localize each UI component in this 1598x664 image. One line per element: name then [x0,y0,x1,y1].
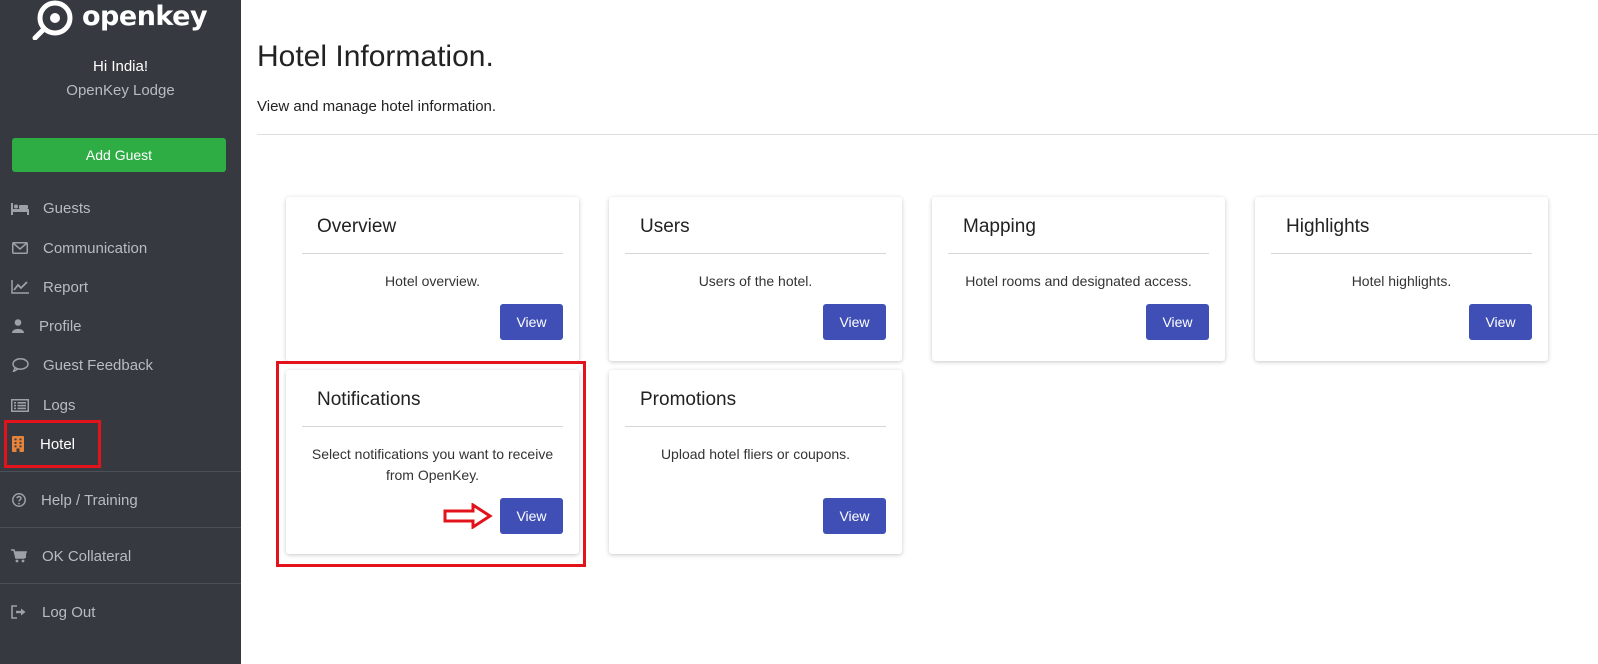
card-description: Hotel rooms and designated access. [965,273,1192,289]
card-mapping: Mapping Hotel rooms and designated acces… [932,197,1225,361]
card-divider [625,426,886,427]
sidebar-item-guests[interactable]: Guests [0,191,241,225]
card-description: Hotel highlights. [1351,273,1452,289]
card-divider [302,426,563,427]
card-title: Highlights [1286,216,1370,237]
users-view-button[interactable]: View [823,304,886,340]
comment-icon [11,356,29,374]
sidebar-item-communication[interactable]: Communication [0,231,241,265]
property-name: OpenKey Lodge [66,82,175,99]
user-icon [12,317,26,335]
card-description: Select notifications you want to receive… [311,446,554,483]
sidebar-item-profile[interactable]: Profile [0,309,241,343]
sidebar-item-label: Hotel [40,435,76,453]
highlights-view-button[interactable]: View [1469,304,1532,340]
sign-out-icon [11,603,27,621]
card-description: Upload hotel fliers or coupons. [660,446,851,462]
key-icon [32,0,73,40]
card-overview: Overview Hotel overview. View [286,197,579,361]
card-users: Users Users of the hotel. View [609,197,902,361]
list-icon [11,396,29,414]
sidebar-item-hotel[interactable]: Hotel [0,427,241,461]
sidebar-item-label: Guests [43,199,91,217]
sidebar-item-label: Log Out [42,603,96,621]
card-divider [1271,253,1532,254]
brand-name: openkey [82,0,208,32]
card-title: Promotions [640,389,737,410]
card-description: Hotel overview. [385,273,480,289]
header-divider [257,134,1598,135]
card-divider [302,253,563,254]
openkey-logo[interactable]: openkey [32,0,208,40]
sidebar: openkey Hi India! OpenKey Lodge Add Gues… [0,0,241,664]
sidebar-item-label: Communication [43,239,148,257]
sidebar-item-help-training[interactable]: Help / Training [0,483,241,517]
promotions-view-button[interactable]: View [823,498,886,534]
cart-icon [11,547,27,565]
sidebar-item-label: Report [43,278,89,296]
sidebar-item-label: Profile [39,317,82,335]
card-highlights: Highlights Hotel highlights. View [1255,197,1548,361]
card-notifications: Notifications Select notifications you w… [286,370,579,554]
add-guest-button[interactable]: Add Guest [12,138,226,172]
card-title: Users [640,216,690,237]
envelope-icon [11,239,29,257]
line-chart-icon [11,278,29,296]
sidebar-item-report[interactable]: Report [0,270,241,304]
sidebar-item-label: Help / Training [41,491,138,509]
bed-icon [11,199,29,217]
card-divider [948,253,1209,254]
notifications-view-button[interactable]: View [500,498,563,534]
mapping-view-button[interactable]: View [1146,304,1209,340]
page-subtitle: View and manage hotel information. [257,98,497,115]
page-title: Hotel Information. [257,40,494,73]
card-description: Users of the hotel. [698,273,813,289]
question-circle-icon [12,491,26,509]
sidebar-item-ok-collateral[interactable]: OK Collateral [0,539,241,573]
sidebar-item-label: Guest Feedback [43,356,154,374]
sidebar-item-label: OK Collateral [42,547,132,565]
sidebar-divider [0,527,241,528]
sidebar-item-log-out[interactable]: Log Out [0,595,241,629]
card-title: Mapping [963,216,1036,237]
card-title: Notifications [317,389,421,410]
sidebar-item-logs[interactable]: Logs [0,388,241,422]
overview-view-button[interactable]: View [500,304,563,340]
card-title: Overview [317,216,397,237]
card-divider [625,253,886,254]
building-icon [12,435,24,453]
sidebar-divider [0,583,241,584]
card-promotions: Promotions Upload hotel fliers or coupon… [609,370,902,554]
user-greeting: Hi India! [92,58,149,75]
sidebar-item-guest-feedback[interactable]: Guest Feedback [0,348,241,382]
sidebar-divider [0,471,241,472]
sidebar-item-label: Logs [43,396,76,414]
